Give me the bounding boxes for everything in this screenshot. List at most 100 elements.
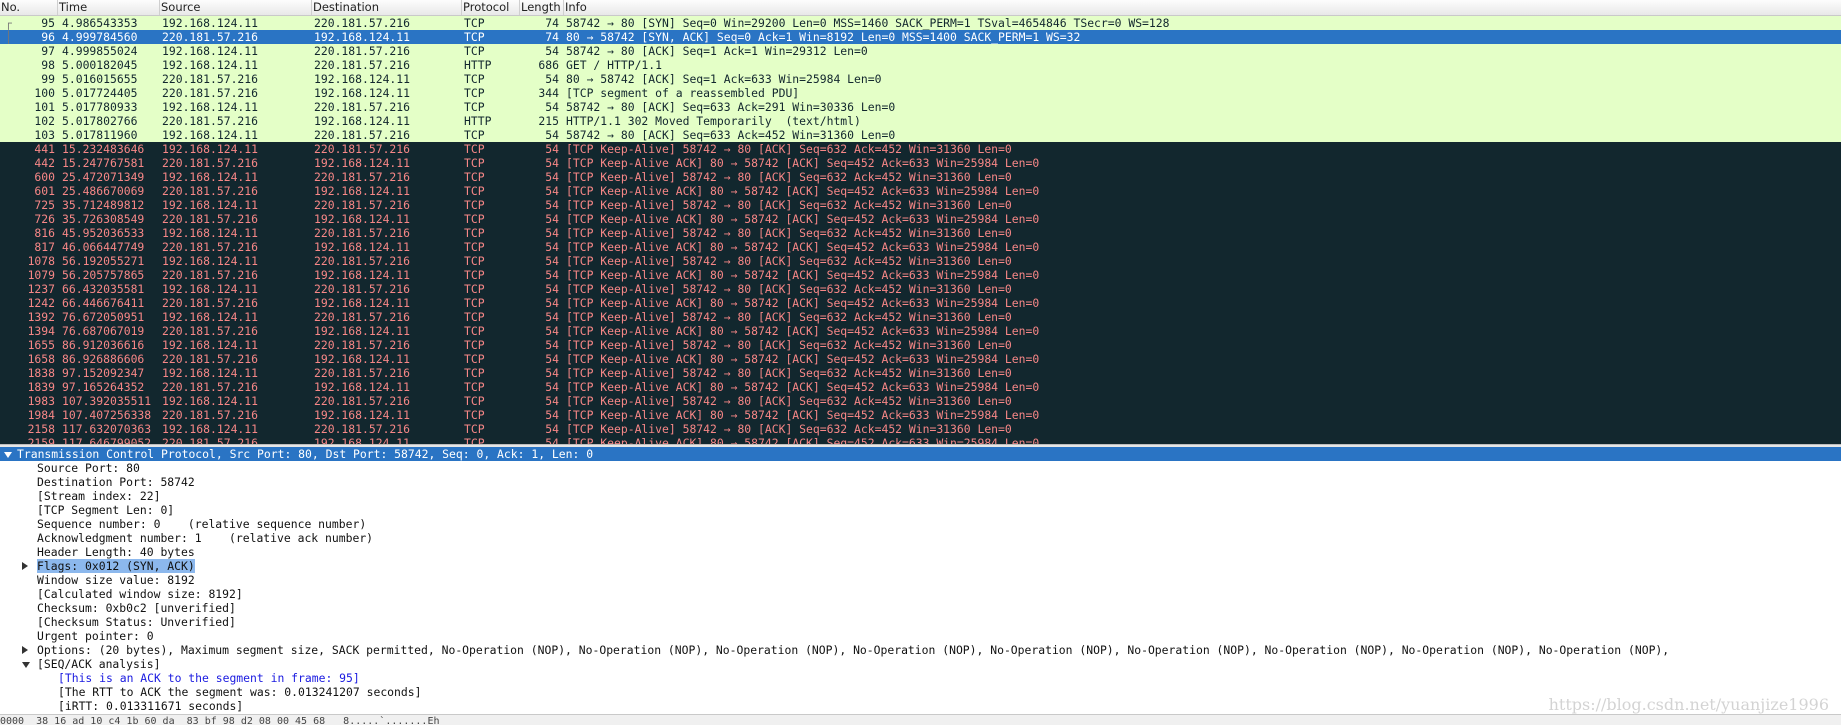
packet-number: 1983: [27, 394, 55, 408]
packet-info: 58742 → 80 [ACK] Seq=633 Ack=291 Win=303…: [566, 100, 896, 114]
packet-source: 220.181.57.216: [162, 296, 259, 310]
packet-number: 1655: [27, 338, 55, 352]
detail-row[interactable]: Acknowledgment number: 1 (relative ack n…: [0, 531, 1841, 545]
packet-source: 192.168.124.11: [162, 142, 259, 156]
detail-text: Urgent pointer: 0: [37, 629, 154, 643]
packet-row[interactable]: 726 35.726308549 220.181.57.216 192.168.124…: [0, 212, 1841, 226]
packet-info: [TCP Keep-Alive ACK] 80 → 58742 [ACK] Se…: [566, 380, 1040, 394]
packet-length: 54: [545, 268, 559, 282]
detail-row[interactable]: [Calculated window size: 8192]: [0, 587, 1841, 601]
packet-protocol: TCP: [464, 100, 485, 114]
packet-row[interactable]: 100 5.017724405 220.181.57.216 192.168.124.…: [0, 86, 1841, 100]
packet-row[interactable]: 98 5.000182045 192.168.124.11 220.181.57.21…: [0, 58, 1841, 72]
detail-text: Acknowledgment number: 1 (relative ack n…: [37, 531, 374, 545]
packet-length: 54: [545, 184, 559, 198]
packet-row[interactable]: 103 5.017811960 192.168.124.11 220.181.57.2…: [0, 128, 1841, 142]
packet-row[interactable]: 442 15.247767581 220.181.57.216 192.168.124…: [0, 156, 1841, 170]
packet-destination: 192.168.124.11: [314, 352, 411, 366]
detail-row[interactable]: [TCP Segment Len: 0]: [0, 503, 1841, 517]
col-source-header[interactable]: Source: [160, 0, 312, 15]
packet-list[interactable]: ┌ 95 4.986543353 192.168.124.11 220.181.57.2…: [0, 16, 1841, 444]
packet-number: 99: [41, 72, 55, 86]
col-destination-header[interactable]: Destination: [312, 0, 462, 15]
packet-row[interactable]: 1394 76.687067019 220.181.57.216 192.168.12…: [0, 324, 1841, 338]
packet-time: 4.986543353: [62, 16, 138, 30]
packet-row[interactable]: 1984 107.407256338 220.181.57.216 192.168.1…: [0, 408, 1841, 422]
packet-row[interactable]: 1655 86.912036616 192.168.124.11 220.181.57…: [0, 338, 1841, 352]
packet-row[interactable]: 1839 97.165264352 220.181.57.216 192.168.12…: [0, 380, 1841, 394]
packet-row[interactable]: 99 5.016015655 220.181.57.216 192.168.124.1…: [0, 72, 1841, 86]
packet-info: [TCP Keep-Alive] 58742 → 80 [ACK] Seq=63…: [566, 338, 1012, 352]
packet-length: 54: [545, 254, 559, 268]
detail-row[interactable]: [This is an ACK to the segment in frame:…: [0, 671, 1841, 685]
packet-time: 5.017811960: [62, 128, 138, 142]
packet-time: 107.407256338: [62, 408, 152, 422]
packet-row[interactable]: 817 46.066447749 220.181.57.216 192.168.124…: [0, 240, 1841, 254]
packet-row[interactable]: 2159 117.646799052 220.181.57.216 192.168.1…: [0, 436, 1841, 444]
packet-source: 220.181.57.216: [162, 30, 259, 44]
packet-bytes-pane[interactable]: 0000 38 16 ad 10 c4 1b 60 da 83 bf 98 d2…: [0, 714, 1841, 725]
packet-info: [TCP Keep-Alive] 58742 → 80 [ACK] Seq=63…: [566, 226, 1012, 240]
collapse-triangle-icon[interactable]: [4, 447, 14, 461]
detail-row[interactable]: Source Port: 80: [0, 461, 1841, 475]
packet-source: 192.168.124.11: [162, 170, 259, 184]
packet-row[interactable]: 1838 97.152092347 192.168.124.11 220.181.57…: [0, 366, 1841, 380]
packet-protocol: TCP: [464, 16, 485, 30]
packet-destination: 220.181.57.216: [314, 254, 411, 268]
detail-row[interactable]: Transmission Control Protocol, Src Port:…: [0, 447, 1841, 461]
col-length-header[interactable]: Length: [520, 0, 564, 15]
detail-text: [Stream index: 22]: [37, 489, 161, 503]
packet-time: 56.192055271: [62, 254, 145, 268]
packet-length: 54: [545, 338, 559, 352]
packet-row[interactable]: 1237 66.432035581 192.168.124.11 220.181.57…: [0, 282, 1841, 296]
packet-row[interactable]: 97 4.999855024 192.168.124.11 220.181.57.21…: [0, 44, 1841, 58]
packet-row[interactable]: 1658 86.926886606 220.181.57.216 192.168.12…: [0, 352, 1841, 366]
expand-triangle-icon[interactable]: [22, 643, 32, 657]
packet-protocol: TCP: [464, 198, 485, 212]
packet-row[interactable]: │ 96 4.999784560 220.181.57.216 192.168.124.…: [0, 30, 1841, 44]
detail-row[interactable]: Checksum: 0xb0c2 [unverified]: [0, 601, 1841, 615]
packet-row[interactable]: 441 15.232483646 192.168.124.11 220.181.57.…: [0, 142, 1841, 156]
packet-info: 58742 → 80 [ACK] Seq=633 Ack=452 Win=313…: [566, 128, 896, 142]
packet-number: 2158: [27, 422, 55, 436]
packet-row[interactable]: 1392 76.672050951 192.168.124.11 220.181.57…: [0, 310, 1841, 324]
detail-row[interactable]: Destination Port: 58742: [0, 475, 1841, 489]
packet-row[interactable]: 600 25.472071349 192.168.124.11 220.181.57.…: [0, 170, 1841, 184]
packet-row[interactable]: 1242 66.446676411 220.181.57.216 192.168.12…: [0, 296, 1841, 310]
packet-row[interactable]: 1983 107.392035511 192.168.124.11 220.181.5…: [0, 394, 1841, 408]
packet-number: 96: [41, 30, 55, 44]
packet-row[interactable]: 101 5.017780933 192.168.124.11 220.181.57.2…: [0, 100, 1841, 114]
detail-row[interactable]: Window size value: 8192: [0, 573, 1841, 587]
packet-row[interactable]: 2158 117.632070363 192.168.124.11 220.181.5…: [0, 422, 1841, 436]
packet-row[interactable]: 1079 56.205757865 220.181.57.216 192.168.12…: [0, 268, 1841, 282]
expand-triangle-icon[interactable]: [22, 559, 32, 573]
detail-row[interactable]: Sequence number: 0 (relative sequence nu…: [0, 517, 1841, 531]
detail-row[interactable]: Header Length: 40 bytes: [0, 545, 1841, 559]
detail-row[interactable]: Flags: 0x012 (SYN, ACK): [0, 559, 1841, 573]
detail-text: Destination Port: 58742: [37, 475, 195, 489]
detail-row[interactable]: Urgent pointer: 0: [0, 629, 1841, 643]
detail-row[interactable]: [Checksum Status: Unverified]: [0, 615, 1841, 629]
detail-text: Window size value: 8192: [37, 573, 195, 587]
packet-details-tree[interactable]: Transmission Control Protocol, Src Port:…: [0, 447, 1841, 714]
packet-row[interactable]: 725 35.712489812 192.168.124.11 220.181.57.…: [0, 198, 1841, 212]
col-info-header[interactable]: Info: [564, 0, 1841, 15]
packet-length: 215: [538, 114, 559, 128]
detail-row[interactable]: Options: (20 bytes), Maximum segment siz…: [0, 643, 1841, 657]
packet-destination: 220.181.57.216: [314, 226, 411, 240]
detail-row[interactable]: [Stream index: 22]: [0, 489, 1841, 503]
collapse-triangle-icon[interactable]: [22, 657, 32, 671]
col-protocol-header[interactable]: Protocol: [462, 0, 520, 15]
packet-row[interactable]: ┌ 95 4.986543353 192.168.124.11 220.181.57.2…: [0, 16, 1841, 30]
packet-row[interactable]: 816 45.952036533 192.168.124.11 220.181.57.…: [0, 226, 1841, 240]
packet-source: 192.168.124.11: [162, 422, 259, 436]
packet-row[interactable]: 601 25.486670069 220.181.57.216 192.168.124…: [0, 184, 1841, 198]
col-no-header[interactable]: No.: [0, 0, 58, 15]
packet-time: 97.165264352: [62, 380, 145, 394]
packet-protocol: TCP: [464, 282, 485, 296]
detail-row[interactable]: [SEQ/ACK analysis]: [0, 657, 1841, 671]
packet-row[interactable]: 102 5.017802766 220.181.57.216 192.168.124.…: [0, 114, 1841, 128]
packet-row[interactable]: 1078 56.192055271 192.168.124.11 220.181.57…: [0, 254, 1841, 268]
col-time-header[interactable]: Time: [58, 0, 160, 15]
detail-text: Flags: 0x012 (SYN, ACK): [37, 559, 195, 573]
